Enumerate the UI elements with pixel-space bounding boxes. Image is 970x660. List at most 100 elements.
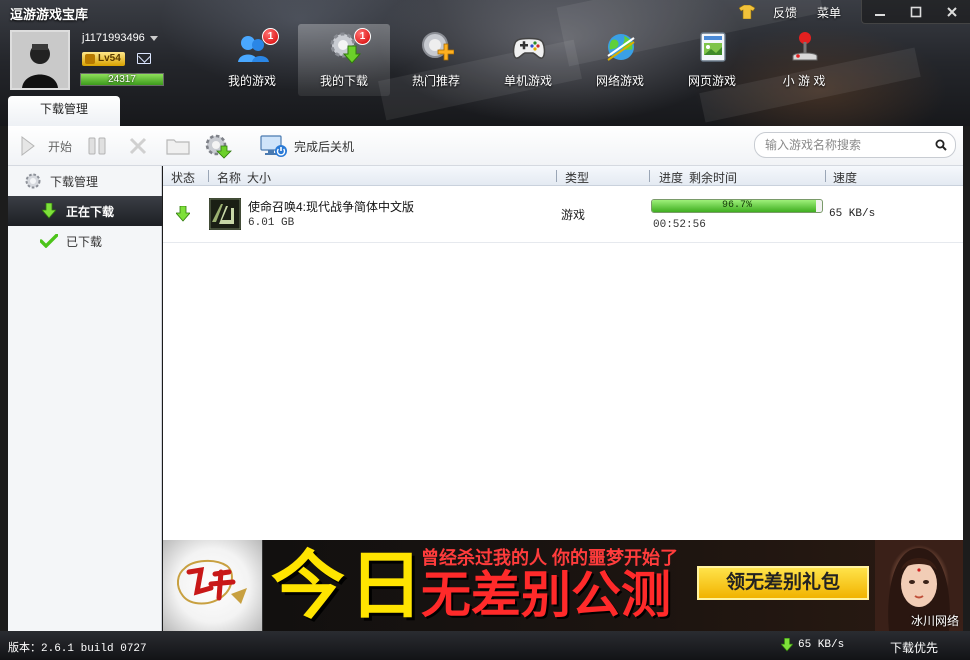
exp-bar: 24317 — [80, 73, 164, 86]
main-nav: 1 我的游戏 1 我的下载 热门推荐 单机游戏 网络游戏 网页游戏 小 游 戏 — [206, 24, 850, 96]
download-list: 状态 名称 大小 类型 进度 剩余时间 速度 使命召唤4:现代战争简体中文版 6… — [163, 166, 963, 540]
minimize-button[interactable] — [862, 0, 898, 24]
banner-watermark: 冰川网络 — [910, 614, 959, 628]
play-icon — [21, 136, 35, 156]
tab-download-manager[interactable]: 下载管理 — [8, 96, 120, 126]
level-badge: Lv54 — [82, 52, 125, 66]
download-remaining: 00:52:56 — [653, 219, 706, 231]
nav-label: 我的游戏 — [227, 74, 276, 88]
download-gear-icon — [205, 134, 232, 159]
skin-shirt-icon[interactable] — [738, 5, 755, 19]
menu-link[interactable]: 菜单 — [817, 4, 841, 21]
nav-badge: 1 — [354, 28, 371, 45]
nav-single-games[interactable]: 单机游戏 — [482, 24, 574, 96]
search-icon[interactable] — [935, 139, 947, 151]
app-title: 逗游游戏宝库 — [10, 7, 89, 22]
nav-label: 网络游戏 — [595, 74, 644, 88]
search-box — [754, 132, 956, 158]
col-size[interactable]: 大小 — [247, 169, 271, 186]
col-name[interactable]: 名称 — [217, 169, 241, 186]
download-arrow-icon — [176, 206, 190, 222]
nav-my-games[interactable]: 1 我的游戏 — [206, 24, 298, 96]
feedback-link[interactable]: 反馈 — [773, 4, 797, 21]
globe-icon — [607, 34, 635, 61]
nav-label: 我的下载 — [319, 74, 368, 88]
sidebar-item-downloaded[interactable]: 已下载 — [8, 226, 162, 256]
sidebar-item-downloading[interactable]: 正在下载 — [8, 196, 162, 226]
column-header: 状态 名称 大小 类型 进度 剩余时间 速度 — [163, 166, 963, 186]
nav-mini-games[interactable]: 小 游 戏 — [758, 24, 850, 96]
open-folder-button[interactable] — [166, 133, 190, 159]
pause-button[interactable] — [88, 133, 106, 159]
search-input[interactable] — [765, 136, 925, 154]
header-bar: 逗游游戏宝库 反馈 菜单 j1171993496 Lv54 24317 1 我的… — [0, 0, 970, 126]
top-actions: 反馈 菜单 — [738, 0, 970, 24]
maximize-icon — [910, 6, 922, 18]
avatar-silhouette-icon — [12, 32, 68, 88]
download-arrow-icon — [42, 203, 56, 219]
nav-label: 网页游戏 — [687, 74, 736, 88]
nav-online-games[interactable]: 网络游戏 — [574, 24, 666, 96]
banner-gift-button[interactable]: 领无差别礼包 — [697, 566, 869, 600]
close-button[interactable] — [934, 0, 970, 24]
delete-x-icon — [129, 137, 147, 155]
total-speed-text: 65 KB/s — [798, 639, 845, 651]
col-speed[interactable]: 速度 — [833, 169, 857, 186]
nav-label: 热门推荐 — [411, 74, 460, 88]
monitor-power-icon — [260, 135, 287, 157]
check-icon — [40, 234, 58, 248]
download-type: 游戏 — [561, 208, 586, 222]
download-arrow-icon — [781, 638, 793, 652]
start-button[interactable]: 开始 — [20, 133, 72, 159]
banner-subheadline: 无差别公测 — [421, 566, 671, 624]
col-progress[interactable]: 进度 — [659, 169, 683, 186]
hot-recommend-icon — [422, 32, 454, 61]
nav-my-downloads[interactable]: 1 我的下载 — [298, 24, 390, 96]
nav-hot-recommend[interactable]: 热门推荐 — [390, 24, 482, 96]
download-settings-button[interactable] — [204, 133, 232, 159]
version-text: 版本：2.6.1 build 0727 — [8, 643, 147, 655]
nav-badge: 1 — [262, 28, 279, 45]
col-remaining[interactable]: 剩余时间 — [689, 169, 737, 186]
game-logo-icon — [177, 560, 247, 605]
sidebar-item-download-manager[interactable]: 下载管理 — [8, 166, 162, 196]
download-priority-toggle[interactable]: 下载优先 — [890, 639, 938, 656]
table-row[interactable]: 使命召唤4:现代战争简体中文版 6.01 GB 游戏 96.7% 00:52:5… — [163, 186, 963, 243]
progress-text: 96.7% — [721, 200, 752, 211]
joystick-icon — [792, 32, 818, 61]
gamepad-icon — [512, 37, 546, 59]
sidebar-item-label: 正在下载 — [66, 204, 115, 219]
level-text: Lv54 — [98, 53, 121, 64]
sidebar-item-label: 下载管理 — [50, 174, 99, 189]
shutdown-after-button[interactable]: 完成后关机 — [260, 133, 354, 159]
download-name: 使命召唤4:现代战争简体中文版 — [248, 200, 415, 214]
ad-banner[interactable]: 今日 曾经杀过我的人 你的噩梦开始了 无差别公测 领无差别礼包 冰川网络 — [163, 540, 963, 631]
level-crown-icon — [85, 54, 95, 64]
status-bar: 版本：2.6.1 build 0727 65 KB/s 下载优先 — [0, 631, 970, 660]
minimize-icon — [875, 14, 885, 16]
maximize-button[interactable] — [898, 0, 934, 24]
chevron-down-icon — [149, 35, 158, 41]
sidebar-item-label: 已下载 — [66, 234, 103, 249]
exp-text: 24317 — [108, 74, 136, 85]
sidebar: 下载管理 正在下载 已下载 — [8, 166, 162, 631]
col-status[interactable]: 状态 — [171, 169, 195, 186]
delete-button[interactable] — [128, 133, 148, 159]
banner-headline: 今日 — [271, 543, 427, 629]
banner-logo — [163, 540, 263, 631]
col-type[interactable]: 类型 — [565, 169, 589, 186]
username[interactable]: j1171993496 — [82, 32, 158, 44]
nav-label: 小 游 戏 — [782, 74, 826, 88]
close-icon — [947, 7, 957, 17]
download-size: 6.01 GB — [248, 217, 295, 229]
webpage-icon — [700, 32, 726, 62]
username-text: j1171993496 — [82, 32, 145, 44]
folder-icon — [166, 139, 190, 155]
gear-icon — [25, 173, 41, 189]
nav-web-games[interactable]: 网页游戏 — [666, 24, 758, 96]
download-speed: 65 KB/s — [829, 208, 876, 220]
mail-icon[interactable] — [137, 53, 151, 64]
nav-label: 单机游戏 — [503, 74, 552, 88]
pause-icon — [88, 137, 106, 155]
avatar[interactable] — [10, 30, 70, 90]
